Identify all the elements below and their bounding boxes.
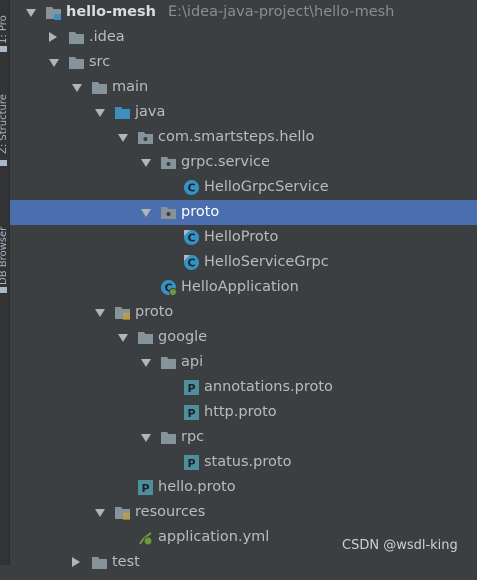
tree-item-label: google	[158, 329, 208, 345]
chevron-down-icon[interactable]	[72, 84, 82, 92]
tree-item-label: resources	[135, 504, 206, 520]
proto-file-icon: P	[137, 479, 154, 496]
svg-text:P: P	[141, 482, 149, 495]
tree-item-label: HelloServiceGrpc	[204, 254, 329, 270]
tree-item-label: HelloGrpcService	[204, 179, 329, 195]
tool-window-strip: 1: Pro Z: Structure DB Browser	[0, 0, 10, 565]
db-browser-tool-tab[interactable]: DB Browser	[0, 205, 9, 285]
folder-icon	[68, 29, 85, 46]
package-icon	[160, 204, 177, 221]
tree-row[interactable]: com.smartsteps.hello	[10, 125, 477, 150]
tree-item-label: java	[135, 104, 166, 120]
tree-row[interactable]: hello-mesh E:\idea-java-project\hello-mes…	[10, 0, 477, 25]
svg-text:C: C	[187, 257, 195, 270]
tree-row[interactable]: main	[10, 75, 477, 100]
chevron-down-icon[interactable]	[95, 309, 105, 317]
tree-row[interactable]: google	[10, 325, 477, 350]
chevron-down-icon[interactable]	[49, 59, 59, 67]
tree-item-label: com.smartsteps.hello	[158, 129, 315, 145]
chevron-down-icon[interactable]	[141, 359, 151, 367]
yaml-file-icon	[137, 529, 154, 546]
proto-file-icon: P	[183, 454, 200, 471]
folder-icon	[68, 54, 85, 71]
tree-row[interactable]: test	[10, 550, 477, 575]
svg-text:P: P	[187, 407, 195, 420]
svg-text:C: C	[187, 182, 195, 195]
tree-item-label: .idea	[89, 29, 125, 45]
tree-row[interactable]: C HelloApplication	[10, 275, 477, 300]
tree-row[interactable]: rpc	[10, 425, 477, 450]
tree-row[interactable]: src	[10, 50, 477, 75]
generated-class-icon: C	[183, 229, 200, 246]
tree-item-label: http.proto	[204, 404, 277, 420]
chevron-right-icon[interactable]	[49, 32, 57, 42]
tree-item-label: rpc	[181, 429, 205, 445]
tree-row[interactable]: grpc.service	[10, 150, 477, 175]
folder-icon	[91, 79, 108, 96]
svg-text:P: P	[187, 382, 195, 395]
tree-item-label: HelloProto	[204, 229, 279, 245]
chevron-down-icon[interactable]	[118, 334, 128, 342]
folder-icon	[160, 429, 177, 446]
chevron-down-icon[interactable]	[141, 434, 151, 442]
tree-item-label: test	[112, 554, 140, 570]
project-tab-marker	[0, 46, 7, 52]
tree-item-label: status.proto	[204, 454, 292, 470]
folder-icon	[160, 354, 177, 371]
svg-text:C: C	[187, 232, 195, 245]
tree-row[interactable]: C HelloServiceGrpc	[10, 250, 477, 275]
project-tool-tab[interactable]: 1: Pro	[0, 0, 9, 44]
tree-item-label: application.yml	[158, 529, 270, 545]
tree-item-label: hello.proto	[158, 479, 236, 495]
chevron-down-icon[interactable]	[26, 9, 36, 17]
chevron-down-icon[interactable]	[141, 159, 151, 167]
db-browser-tab-marker	[0, 287, 7, 293]
tree-item-label: proto	[181, 204, 220, 220]
generated-class-icon: C	[183, 254, 200, 271]
tree-row[interactable]: resources	[10, 500, 477, 525]
tree-row[interactable]: proto	[10, 200, 477, 225]
module-icon	[45, 4, 62, 21]
watermark: CSDN @wsdl-king	[342, 538, 458, 553]
class-icon: C	[183, 179, 200, 196]
tree-item-label: HelloApplication	[181, 279, 299, 295]
package-icon	[137, 129, 154, 146]
svg-text:P: P	[187, 457, 195, 470]
proto-file-icon: P	[183, 404, 200, 421]
spring-boot-class-icon: C	[160, 279, 178, 297]
tree-row[interactable]: Phttp.proto	[10, 400, 477, 425]
package-icon	[160, 154, 177, 171]
source-folder-icon	[114, 104, 131, 121]
tree-item-label: src	[89, 54, 111, 70]
tree-row[interactable]: proto	[10, 300, 477, 325]
chevron-down-icon[interactable]	[95, 509, 105, 517]
tree-item-label: main	[112, 79, 149, 95]
structure-tab-marker	[0, 160, 7, 166]
folder-icon	[91, 554, 108, 571]
chevron-down-icon[interactable]	[118, 134, 128, 142]
tree-item-label: annotations.proto	[204, 379, 333, 395]
resources-folder-icon	[114, 504, 131, 521]
proto-file-icon: P	[183, 379, 200, 396]
tree-item-label: api	[181, 354, 204, 370]
tree-row[interactable]: .idea	[10, 25, 477, 50]
tree-row[interactable]: C HelloGrpcService	[10, 175, 477, 200]
tree-row[interactable]: Phello.proto	[10, 475, 477, 500]
tree-row[interactable]: Pstatus.proto	[10, 450, 477, 475]
chevron-down-icon[interactable]	[141, 209, 151, 217]
tree-row[interactable]: C HelloProto	[10, 225, 477, 250]
chevron-down-icon[interactable]	[95, 109, 105, 117]
tree-row[interactable]: java	[10, 100, 477, 125]
tree-row[interactable]: api	[10, 350, 477, 375]
resources-folder-icon	[114, 304, 131, 321]
tree-item-label: proto	[135, 304, 174, 320]
tree-row[interactable]: Pannotations.proto	[10, 375, 477, 400]
structure-tool-tab[interactable]: Z: Structure	[0, 78, 9, 154]
folder-icon	[137, 329, 154, 346]
tree-item-label: hello-mesh	[66, 4, 156, 20]
project-path: E:\idea-java-project\hello-mesh	[168, 4, 395, 20]
chevron-right-icon[interactable]	[72, 557, 80, 567]
tree-item-label: grpc.service	[181, 154, 270, 170]
